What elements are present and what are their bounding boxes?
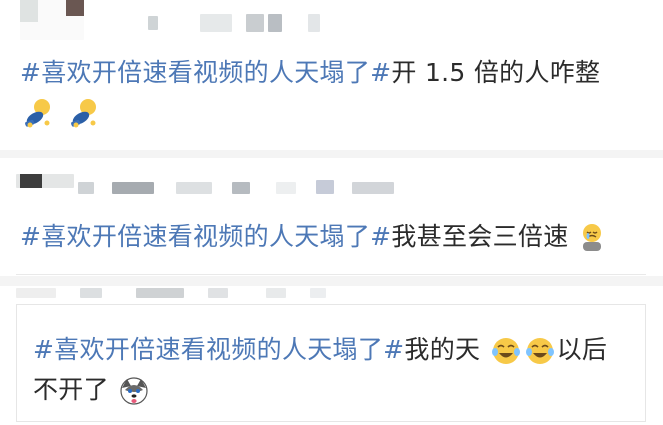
username-blurred [176,182,212,194]
comment-card[interactable]: #喜欢开倍速看视频的人天塌了#开 1.5 倍的人咋整 [0,0,663,150]
username-blurred [136,288,184,298]
comment-body: 我的天 [404,335,481,364]
avatar[interactable] [20,0,84,40]
divider [16,274,646,275]
comment-body: 我甚至会三倍速 [391,222,569,251]
username-blurred [200,14,232,32]
laugh-cry-icon [525,336,555,366]
husky-face-icon [119,376,149,406]
username-blurred [208,288,228,298]
username-blurred [316,180,334,194]
username-blurred [246,14,264,32]
username-blurred [268,14,282,32]
username-blurred[interactable] [78,182,94,194]
username-blurred [112,182,154,194]
username-blurred [80,288,102,298]
sweat-kneel-icon [68,97,102,131]
emoji-row [20,94,104,132]
username-blurred [232,182,250,194]
comment-body: 不开了 [33,375,109,404]
avatar[interactable] [16,174,74,188]
comment-box[interactable]: #喜欢开倍速看视频的人天塌了#我的天 以后 不开了 [16,304,646,422]
comment-card[interactable]: #喜欢开倍速看视频的人天塌了#我甚至会三倍速 [0,158,663,276]
username-blurred [266,288,286,298]
username-blurred[interactable] [148,16,158,30]
comment-text-line2: 不开了 [33,371,151,409]
username-blurred [310,288,326,298]
comment-body: 开 1.5 倍的人咋整 [391,58,601,87]
username-blurred [352,182,394,194]
hashtag-link[interactable]: #喜欢开倍速看视频的人天塌了# [20,222,391,251]
hashtag-link[interactable]: #喜欢开倍速看视频的人天塌了# [33,335,404,364]
comment-text: #喜欢开倍速看视频的人天塌了#我的天 以后 [33,331,607,369]
comment-text: #喜欢开倍速看视频的人天塌了#开 1.5 倍的人咋整 [20,54,600,92]
laugh-cry-icon [491,336,521,366]
sweat-kneel-icon [22,97,56,131]
username-blurred [276,182,296,194]
comment-text: #喜欢开倍速看视频的人天塌了#我甚至会三倍速 [20,218,607,256]
comment-body: 以后 [556,335,608,364]
avatar[interactable] [16,288,56,298]
hashtag-link[interactable]: #喜欢开倍速看视频的人天塌了# [20,58,391,87]
username-blurred [308,14,320,32]
crying-sit-icon [579,223,605,253]
comment-feed: #喜欢开倍速看视频的人天塌了#开 1.5 倍的人咋整 #喜欢开倍速看视频的人天塌… [0,0,663,425]
